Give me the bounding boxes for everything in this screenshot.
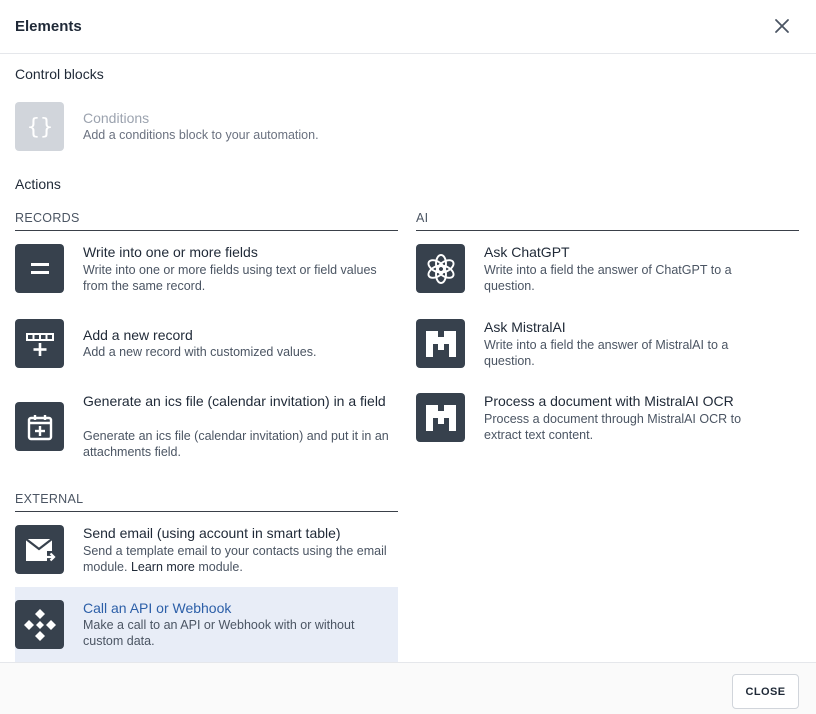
ask-mistralai-item[interactable]: Ask MistralAI Write into a field the ans…	[416, 319, 799, 368]
email-send-icon	[15, 525, 64, 574]
ai-heading: AI	[416, 211, 799, 231]
mistral-icon	[416, 319, 465, 368]
item-title: Process a document with MistralAI OCR	[484, 393, 734, 409]
item-description: Add a conditions block to your automatio…	[83, 128, 319, 142]
control-blocks-title: Control blocks	[15, 66, 104, 82]
modal-header: Elements	[0, 0, 816, 54]
calendar-add-icon	[15, 402, 64, 451]
item-title: Write into one or more fields	[83, 244, 258, 260]
close-icon[interactable]	[771, 15, 793, 37]
item-description: Write into one or more fields using text…	[83, 263, 377, 293]
item-title: Send email (using account in smart table…	[83, 525, 341, 541]
generate-ics-item[interactable]: Generate an ics file (calendar invitatio…	[15, 393, 398, 459]
send-email-item[interactable]: Send email (using account in smart table…	[15, 525, 398, 574]
item-title: Generate an ics file (calendar invitatio…	[83, 393, 386, 409]
ask-chatgpt-item[interactable]: Ask ChatGPT Write into a field the answe…	[416, 244, 799, 293]
close-button[interactable]: CLOSE	[732, 674, 799, 709]
actions-title: Actions	[15, 176, 61, 192]
call-api-webhook-item[interactable]: Call an API or Webhook Make a call to an…	[15, 587, 398, 662]
svg-text:{}: {}	[26, 115, 53, 140]
modal-footer: CLOSE	[0, 662, 816, 714]
item-title: Add a new record	[83, 327, 193, 343]
external-heading: EXTERNAL	[15, 492, 398, 512]
equals-icon	[15, 244, 64, 293]
learn-more-link[interactable]: Learn more	[131, 560, 195, 574]
item-description: Write into a field the answer of Mistral…	[484, 338, 729, 368]
conditions-item[interactable]: {} Conditions Add a conditions block to …	[15, 102, 398, 151]
webhook-icon	[15, 600, 64, 649]
item-description: Add a new record with customized values.	[83, 345, 317, 359]
mistral-icon	[416, 393, 465, 442]
add-row-icon	[15, 319, 64, 368]
item-title: Ask ChatGPT	[484, 244, 570, 260]
openai-icon	[416, 244, 465, 293]
item-description: Send a template email to your contacts u…	[83, 544, 393, 575]
add-record-item[interactable]: Add a new record Add a new record with c…	[15, 319, 398, 368]
item-description: Process a document through MistralAI OCR…	[484, 412, 742, 442]
mistral-ocr-item[interactable]: Process a document with MistralAI OCR Pr…	[416, 393, 799, 442]
item-description: Generate an ics file (calendar invitatio…	[83, 429, 389, 459]
item-description-text: module.	[194, 559, 243, 574]
records-heading: RECORDS	[15, 211, 398, 231]
modal-title: Elements	[15, 18, 82, 35]
item-title: Call an API or Webhook	[83, 600, 232, 616]
item-title: Conditions	[83, 110, 150, 126]
item-description: Make a call to an API or Webhook with or…	[83, 618, 355, 648]
braces-icon: {}	[15, 102, 64, 151]
write-fields-item[interactable]: Write into one or more fields Write into…	[15, 244, 398, 293]
item-title: Ask MistralAI	[484, 319, 566, 335]
item-description: Write into a field the answer of ChatGPT…	[484, 263, 732, 293]
